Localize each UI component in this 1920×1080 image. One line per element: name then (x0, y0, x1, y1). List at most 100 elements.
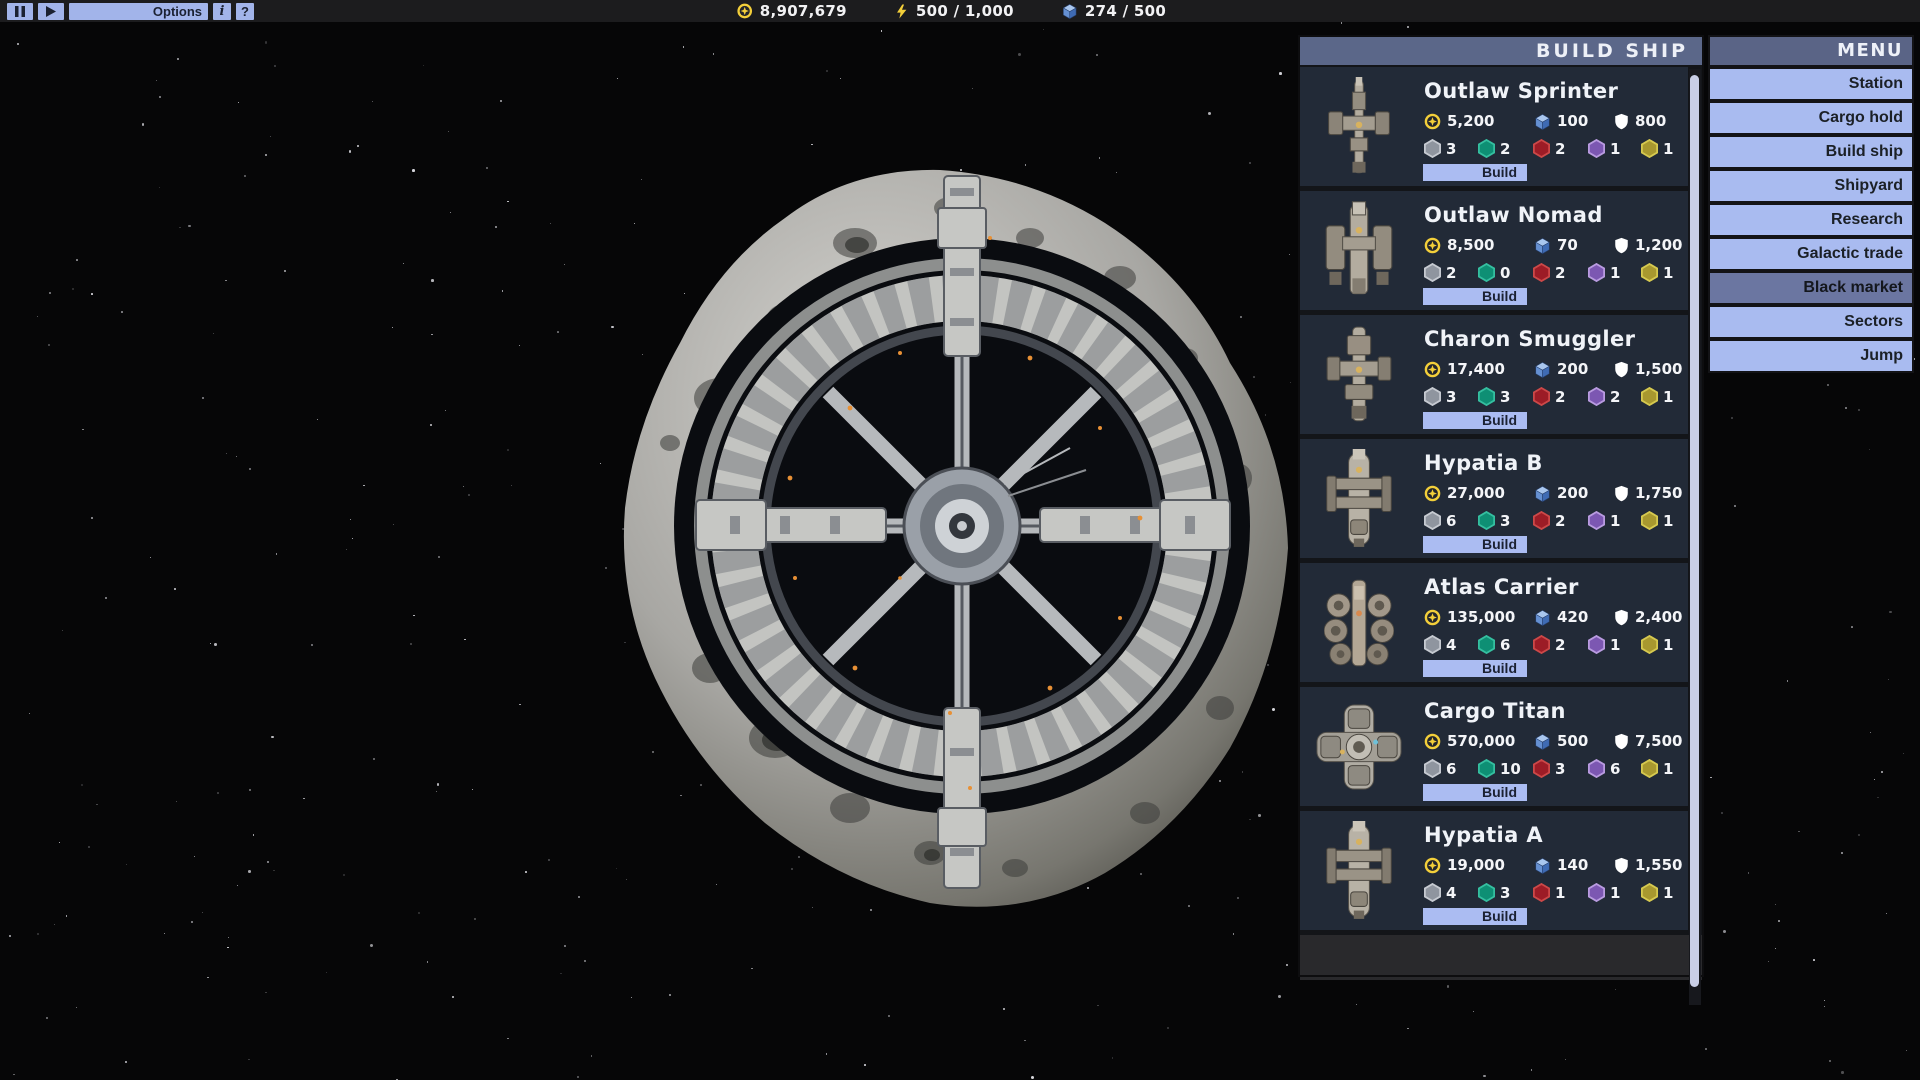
yellow-hex-icon (1641, 883, 1658, 902)
resource-bar: 8,907,679 500 / 1,000 274 / 500 (737, 0, 1166, 22)
ship-name: Charon Smuggler (1424, 327, 1635, 351)
build-button[interactable]: Build (1423, 660, 1527, 677)
material-amount: 1 (1663, 264, 1673, 282)
menu-item-jump[interactable]: Jump (1710, 341, 1912, 371)
build-button[interactable]: Build (1423, 908, 1527, 925)
options-button[interactable]: Options (69, 3, 208, 20)
ship-shield-value: 800 (1614, 112, 1666, 130)
material-amount: 1 (1610, 636, 1620, 654)
cargo-cube-icon (1534, 113, 1551, 130)
material-amount: 3 (1446, 388, 1456, 406)
material-amount: 2 (1446, 264, 1456, 282)
cargo-cube-icon (1534, 485, 1551, 502)
material-amount: 1 (1610, 512, 1620, 530)
purple-hex-icon (1588, 139, 1605, 158)
ship-cargo-capacity: 100 (1534, 112, 1588, 130)
ship-credits-cost: 8,500 (1424, 236, 1494, 254)
cargo-cube-icon (1062, 3, 1078, 19)
gray-material-cost: 2 (1424, 263, 1456, 282)
purple-hex-icon (1588, 387, 1605, 406)
gray-hex-icon (1424, 759, 1441, 778)
material-amount: 4 (1446, 884, 1456, 902)
energy-counter: 500 / 1,000 (895, 2, 1014, 20)
gray-hex-icon (1424, 635, 1441, 654)
purple-material-cost: 1 (1588, 511, 1620, 530)
scrollbar-thumb[interactable] (1690, 75, 1699, 987)
help-button[interactable]: ? (236, 3, 254, 20)
purple-material-cost: 6 (1588, 759, 1620, 778)
red-material-cost: 1 (1533, 883, 1565, 902)
purple-material-cost: 1 (1588, 263, 1620, 282)
credits-coin-icon (737, 3, 753, 19)
cargo-value: 274 / 500 (1085, 2, 1166, 20)
material-amount: 1 (1663, 636, 1673, 654)
build-button[interactable]: Build (1423, 412, 1527, 429)
menu-item-station[interactable]: Station (1710, 69, 1912, 99)
credits-coin-icon (1424, 113, 1441, 130)
red-hex-icon (1533, 263, 1550, 282)
shield-icon (1614, 609, 1629, 626)
yellow-hex-icon (1641, 387, 1658, 406)
credits-coin-icon (1424, 361, 1441, 378)
build-button[interactable]: Build (1423, 288, 1527, 305)
titan-ship-sprite (1300, 687, 1418, 806)
play-button[interactable] (38, 3, 64, 20)
ship-entry: Hypatia A 19,000 140 1,550 43111 Build (1300, 811, 1688, 930)
ship-credits-cost: 5,200 (1424, 112, 1494, 130)
red-hex-icon (1533, 139, 1550, 158)
material-amount: 2 (1610, 388, 1620, 406)
ship-entry: Cargo Titan 570,000 500 7,500 610361 Bui… (1300, 687, 1688, 806)
info-button[interactable]: i (213, 3, 231, 20)
red-hex-icon (1533, 759, 1550, 778)
build-button[interactable]: Build (1423, 164, 1527, 181)
ship-entry: Atlas Carrier 135,000 420 2,400 46211 Bu… (1300, 563, 1688, 682)
build-button[interactable]: Build (1423, 536, 1527, 553)
asteroid-station-image (600, 148, 1300, 940)
gray-material-cost: 3 (1424, 387, 1456, 406)
ship-shield-value: 1,750 (1614, 484, 1682, 502)
credits-value: 8,907,679 (760, 2, 847, 20)
red-material-cost: 3 (1533, 759, 1565, 778)
ship-shield-value: 1,500 (1614, 360, 1682, 378)
build-button[interactable]: Build (1423, 784, 1527, 801)
material-amount: 10 (1500, 760, 1521, 778)
ship-cargo-capacity: 500 (1534, 732, 1588, 750)
smuggler-ship-sprite (1300, 315, 1418, 434)
menu-item-galactic-trade[interactable]: Galactic trade (1710, 239, 1912, 269)
credits-coin-icon (1424, 733, 1441, 750)
material-amount: 3 (1555, 760, 1565, 778)
gray-material-cost: 6 (1424, 759, 1456, 778)
gray-hex-icon (1424, 387, 1441, 406)
yellow-material-cost: 1 (1641, 511, 1673, 530)
pause-button[interactable] (7, 3, 33, 20)
menu-item-black-market[interactable]: Black market (1710, 273, 1912, 303)
energy-value: 500 / 1,000 (916, 2, 1014, 20)
menu-item-build-ship[interactable]: Build ship (1710, 137, 1912, 167)
game-viewport: Options i ? 8,907,679 500 / 1,000 274 / … (0, 0, 1920, 1080)
shield-icon (1614, 113, 1629, 130)
ship-shield-value: 7,500 (1614, 732, 1682, 750)
ship-entry: Outlaw Sprinter 5,200 100 800 32211 Buil… (1300, 67, 1688, 186)
ship-credits-cost: 135,000 (1424, 608, 1515, 626)
material-amount: 6 (1446, 760, 1456, 778)
ship-name: Hypatia A (1424, 823, 1543, 847)
scrollbar-track[interactable] (1689, 69, 1701, 1005)
menu-item-shipyard[interactable]: Shipyard (1710, 171, 1912, 201)
material-amount: 3 (1500, 884, 1510, 902)
yellow-material-cost: 1 (1641, 139, 1673, 158)
material-amount: 2 (1555, 636, 1565, 654)
menu-items: Station Cargo hold Build ship Shipyard Resea… (1710, 69, 1912, 371)
menu-item-research[interactable]: Research (1710, 205, 1912, 235)
material-amount: 6 (1500, 636, 1510, 654)
credits-coin-icon (1424, 857, 1441, 874)
cargo-cube-icon (1534, 237, 1551, 254)
top-bar: Options i ? 8,907,679 500 / 1,000 274 / … (0, 0, 1920, 22)
menu-item-cargo-hold[interactable]: Cargo hold (1710, 103, 1912, 133)
yellow-material-cost: 1 (1641, 759, 1673, 778)
purple-material-cost: 1 (1588, 139, 1620, 158)
gray-hex-icon (1424, 883, 1441, 902)
yellow-hex-icon (1641, 139, 1658, 158)
green-hex-icon (1478, 635, 1495, 654)
menu-item-sectors[interactable]: Sectors (1710, 307, 1912, 337)
red-material-cost: 2 (1533, 263, 1565, 282)
